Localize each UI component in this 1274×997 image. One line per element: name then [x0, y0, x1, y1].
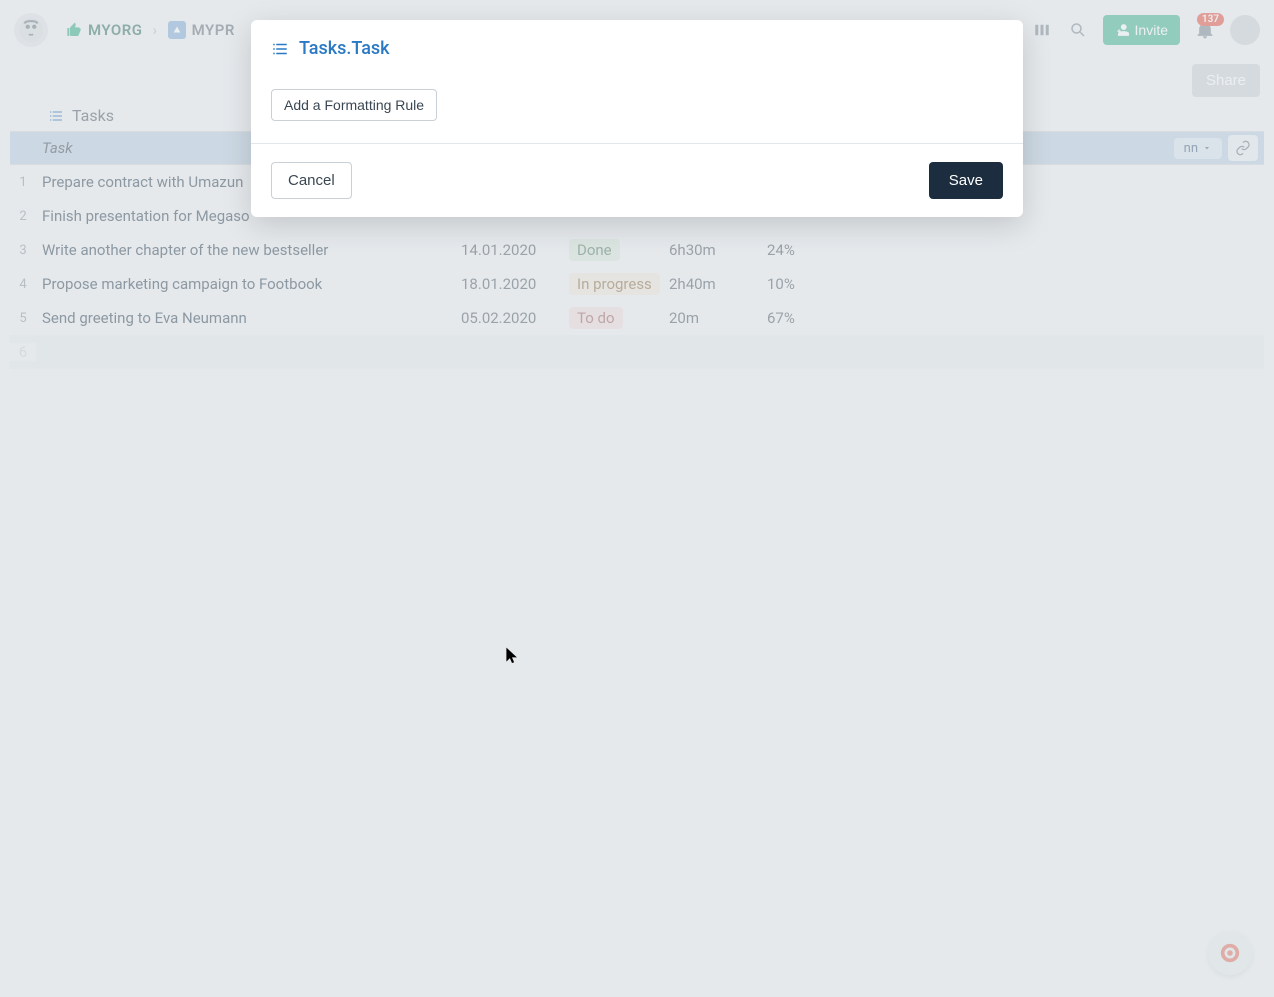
status-badge: Done: [569, 239, 620, 261]
cell-status[interactable]: Done: [569, 239, 669, 261]
notification-badge: 137: [1197, 13, 1224, 26]
toolbar-right: Invite 137: [1031, 15, 1260, 45]
modal-header: Tasks.Task: [251, 20, 1023, 69]
modal-body: Add a Formatting Rule: [251, 69, 1023, 143]
row-number: 2: [10, 209, 36, 224]
table-row[interactable]: 5Send greeting to Eva Neumann05.02.2020T…: [10, 301, 1264, 335]
notifications-button[interactable]: 137: [1194, 19, 1216, 41]
row-number: 3: [10, 243, 36, 258]
row-number: 6: [10, 343, 36, 361]
cell-date[interactable]: 18.01.2020: [461, 275, 569, 293]
empty-row[interactable]: 6: [10, 335, 1264, 369]
app-avatar[interactable]: [14, 13, 48, 47]
tasks-list-icon: [271, 40, 289, 58]
row-number: 1: [10, 175, 36, 190]
user-plus-icon: [1115, 23, 1129, 37]
modal-title: Tasks.Task: [299, 38, 390, 59]
invite-label: Invite: [1135, 22, 1168, 38]
cancel-button[interactable]: Cancel: [271, 162, 352, 199]
breadcrumb-project-label: MYPR: [192, 21, 235, 39]
add-column-chip[interactable]: nn: [1174, 138, 1222, 159]
cell-date[interactable]: 14.01.2020: [461, 241, 569, 259]
row-number: 4: [10, 277, 36, 292]
grid-title: Tasks: [72, 106, 114, 125]
cell-status[interactable]: In progress: [569, 273, 669, 295]
modal-footer: Cancel Save: [251, 143, 1023, 217]
add-formatting-rule-button[interactable]: Add a Formatting Rule: [271, 89, 437, 121]
cursor-icon: [505, 646, 519, 666]
cell-duration[interactable]: 6h30m: [669, 241, 767, 259]
status-badge: In progress: [569, 273, 660, 295]
tasks-list-icon: [48, 108, 64, 124]
breadcrumb-project[interactable]: MYPR: [168, 21, 235, 39]
breadcrumb: MYORG › MYPR: [66, 21, 235, 39]
face-icon: [18, 17, 44, 43]
cell-task[interactable]: Send greeting to Eva Neumann: [36, 309, 461, 327]
table-row[interactable]: 3Write another chapter of the new bestse…: [10, 233, 1264, 267]
table-row[interactable]: 4Propose marketing campaign to Footbook1…: [10, 267, 1264, 301]
cell-percent[interactable]: 24%: [767, 241, 847, 259]
link-chip[interactable]: [1228, 135, 1258, 161]
chevron-down-icon: [1202, 143, 1212, 153]
columns-icon[interactable]: [1031, 19, 1053, 41]
project-icon: [168, 21, 186, 39]
cell-percent[interactable]: 67%: [767, 309, 847, 327]
cell-duration[interactable]: 2h40m: [669, 275, 767, 293]
chevron-right-icon: ›: [153, 21, 158, 39]
breadcrumb-org-label: MYORG: [88, 21, 143, 39]
user-avatar[interactable]: [1230, 15, 1260, 45]
formatting-modal: Tasks.Task Add a Formatting Rule Cancel …: [251, 20, 1023, 217]
cell-date[interactable]: 05.02.2020: [461, 309, 569, 327]
cell-task[interactable]: Write another chapter of the new bestsel…: [36, 241, 461, 259]
cell-task[interactable]: Propose marketing campaign to Footbook: [36, 275, 461, 293]
search-icon[interactable]: [1067, 19, 1089, 41]
lifebuoy-icon: [1219, 942, 1241, 964]
add-column-suffix: nn: [1184, 141, 1198, 156]
share-button[interactable]: Share: [1192, 64, 1260, 97]
row-number: 5: [10, 311, 36, 326]
cell-status[interactable]: To do: [569, 307, 669, 329]
cell-duration[interactable]: 20m: [669, 309, 767, 327]
thumb-up-icon: [66, 22, 82, 38]
cell-percent[interactable]: 10%: [767, 275, 847, 293]
save-button[interactable]: Save: [929, 162, 1003, 199]
link-icon: [1235, 140, 1251, 156]
status-badge: To do: [569, 307, 623, 329]
invite-button[interactable]: Invite: [1103, 15, 1180, 45]
breadcrumb-org[interactable]: MYORG: [66, 21, 143, 39]
help-fab[interactable]: [1208, 931, 1252, 975]
